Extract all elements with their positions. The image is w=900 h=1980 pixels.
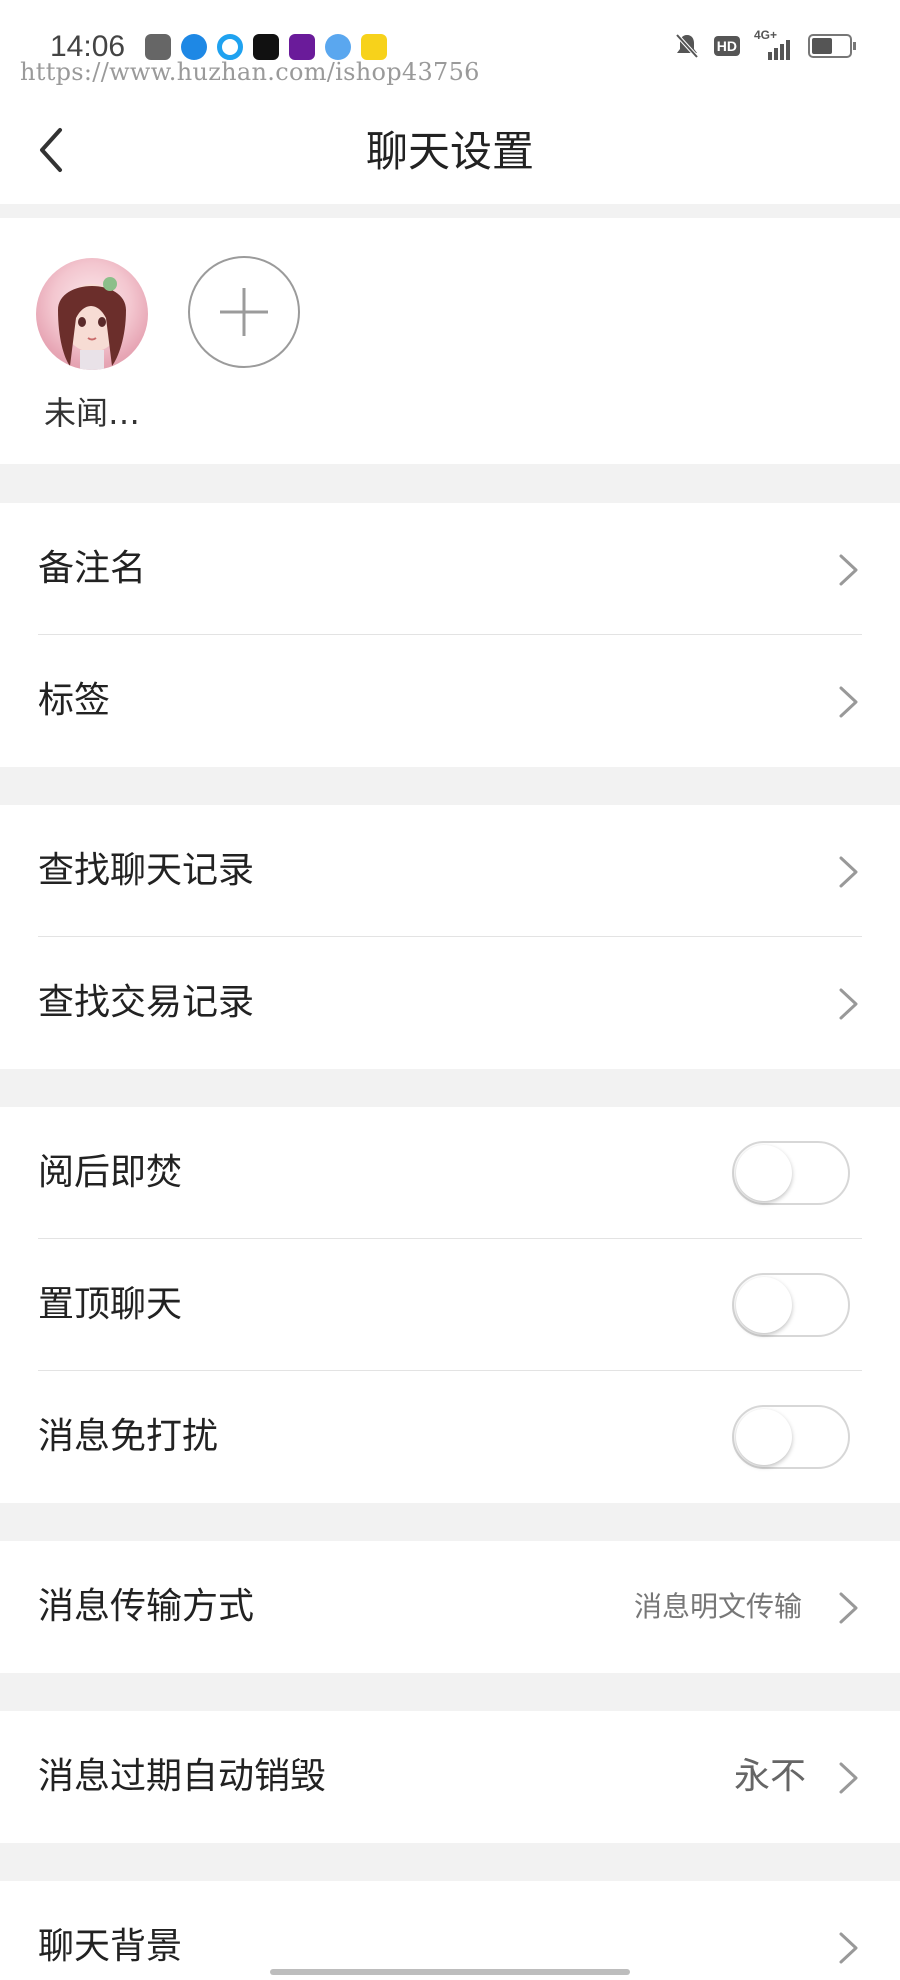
auto-destroy-section: 消息过期自动销毁 永不 [0,1711,900,1843]
transfer-section: 消息传输方式 消息明文传输 [0,1541,900,1673]
remark-name-row[interactable]: 备注名 [0,503,900,635]
chevron-right-icon [839,988,858,1020]
browser-icon [217,34,243,60]
chevron-right-icon [839,1592,858,1624]
page-title: 聊天设置 [365,127,534,176]
profile-section: 备注名 标签 [0,503,900,767]
burn-after-read-label: 阅后即焚 [38,1152,183,1193]
plus-icon [220,288,268,336]
find-chat-records-row[interactable]: 查找聊天记录 [0,805,900,937]
tiktok-icon [253,34,279,60]
status-right-icons: HD 4G+ [674,28,856,60]
remark-name-label: 备注名 [38,548,147,589]
yellow-app-icon [361,34,387,60]
tags-label: 标签 [38,680,111,721]
member-name: 未闻… [43,394,140,432]
avatar-girl-icon [36,258,148,370]
find-chat-records-label: 查找聊天记录 [38,850,255,891]
mute-notifications-label: 消息免打扰 [38,1416,219,1457]
auto-destroy-label: 消息过期自动销毁 [38,1756,327,1797]
battery-icon [808,34,856,58]
chevron-right-icon [839,554,858,586]
hd-icon: HD [713,36,740,56]
header-bar: 聊天设置 [0,90,900,204]
records-section: 查找聊天记录 查找交易记录 [0,805,900,1069]
network-type-label: 4G+ [754,28,778,42]
bell-muted-icon [675,33,699,59]
chat-background-label: 聊天背景 [38,1926,183,1967]
auto-destroy-row[interactable]: 消息过期自动销毁 永不 [0,1711,900,1843]
auto-destroy-value: 永不 [733,1756,806,1797]
game-icon [145,34,171,60]
toggles-section: 阅后即焚 置顶聊天 消息免打扰 [0,1107,900,1503]
chevron-right-icon [839,1762,858,1794]
chat-settings-page: 14:06 https://www.huzhan.com/ishop43756 … [0,0,900,1980]
chat-background-row[interactable]: 聊天背景 [0,1881,900,1980]
chevron-right-icon [839,856,858,888]
home-indicator[interactable] [270,1969,630,1975]
find-trade-records-label: 查找交易记录 [38,982,255,1023]
cloud-icon [325,34,351,60]
pin-chat-toggle[interactable] [732,1273,850,1337]
chevron-right-icon [839,1932,858,1964]
burn-after-read-toggle[interactable] [732,1141,850,1205]
find-trade-records-row[interactable]: 查找交易记录 [0,937,900,1069]
transfer-mode-value: 消息明文传输 [633,1590,802,1623]
burn-after-read-row: 阅后即焚 [0,1107,900,1239]
transfer-mode-row[interactable]: 消息传输方式 消息明文传输 [0,1541,900,1673]
status-bar: 14:06 https://www.huzhan.com/ishop43756 … [0,0,900,90]
signal-4g-icon: 4G+ [754,28,794,60]
chevron-right-icon [839,686,858,718]
transfer-mode-label: 消息传输方式 [38,1586,255,1627]
toggle-knob [736,1409,792,1465]
member-item[interactable]: 未闻… [36,258,148,434]
status-app-icons [145,34,387,60]
toggle-knob [736,1145,792,1201]
background-section: 聊天背景 [0,1881,900,1980]
toggle-knob [736,1277,792,1333]
pin-chat-row: 置顶聊天 [0,1239,900,1371]
video-app-icon [289,34,315,60]
mute-notifications-toggle[interactable] [732,1405,850,1469]
members-section: 未闻… [0,218,900,464]
mute-notifications-row: 消息免打扰 [0,1371,900,1503]
watermark-text: https://www.huzhan.com/ishop43756 [20,58,480,86]
pin-chat-label: 置顶聊天 [38,1284,183,1325]
add-member-button[interactable] [188,256,300,368]
tags-row[interactable]: 标签 [0,635,900,767]
k-app-icon [181,34,207,60]
